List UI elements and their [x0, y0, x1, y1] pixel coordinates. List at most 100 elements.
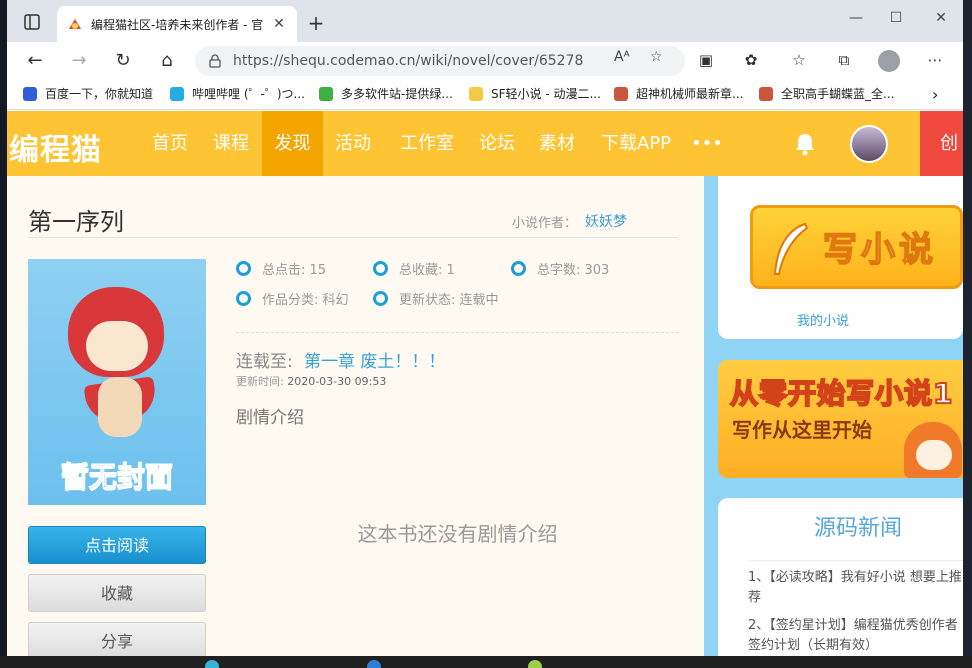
stat-category: 作品分类: 科幻 [236, 289, 349, 308]
stat-circle-icon [511, 261, 526, 276]
nav-discover[interactable]: 发现 [262, 111, 323, 176]
novel-site-icon [614, 86, 628, 101]
minimize-icon[interactable]: — [846, 10, 866, 26]
back-icon[interactable]: ← [23, 50, 47, 72]
favorite-button[interactable]: 收藏 [28, 574, 206, 612]
tab-title: 编程猫社区-培养未来创作者 - 官 [91, 17, 264, 32]
stat-word-count: 总字数: 303 [511, 259, 609, 278]
bell-icon[interactable] [793, 131, 817, 157]
nav-download-app[interactable]: 下载APP [595, 111, 677, 176]
bookmarks-bar: 百度一下，你就知道 哔哩哔哩 (゜-゜)つ... 多多软件站-提供绿... SF… [7, 80, 963, 110]
bookmark-item[interactable]: 全职高手蝴蝶蓝_全... [759, 85, 894, 102]
banner-headline: 从零开始写小说1 [729, 376, 954, 411]
nav-studio[interactable]: 工作室 [392, 111, 462, 176]
extensions-icon[interactable]: ✿ [740, 51, 762, 71]
update-time: 更新时间: 2020-03-30 09:53 [236, 373, 386, 389]
read-aloud-icon[interactable]: Aᴬ [614, 49, 630, 65]
nav-courses[interactable]: 课程 [205, 111, 257, 176]
stat-circle-icon [236, 261, 251, 276]
site-logo[interactable]: 编程猫 [9, 125, 102, 169]
tab-strip: 编程猫社区-培养未来创作者 - 官 ✕ + — ☐ ✕ [7, 0, 963, 42]
user-avatar[interactable] [850, 125, 888, 163]
nav-more-icon[interactable]: ••• [687, 111, 727, 176]
nav-forum[interactable]: 论坛 [471, 111, 523, 176]
nav-activities[interactable]: 活动 [327, 111, 379, 176]
news-heading: 源码新闻 [813, 516, 902, 541]
novel-cover-image: 暂无封面 [28, 259, 206, 505]
nav-home[interactable]: 首页 [144, 111, 196, 176]
refresh-icon[interactable]: ↻ [111, 50, 135, 72]
new-tab-button[interactable]: + [304, 11, 328, 35]
sf-novel-icon [469, 86, 483, 101]
address-bar[interactable]: https://shequ.codemao.cn/wiki/novel/cove… [195, 46, 685, 76]
more-menu-icon[interactable]: ⋯ [924, 51, 946, 71]
bookmarks-more-chevron-icon[interactable]: › [932, 85, 938, 104]
cover-mascot-body [98, 377, 142, 437]
stat-circle-icon [373, 291, 388, 306]
empty-synopsis-text: 这本书还没有剧情介绍 [357, 522, 558, 546]
window-close-icon[interactable]: ✕ [931, 10, 951, 26]
stat-text: 总点击: 15 [262, 263, 327, 278]
baidu-icon [23, 86, 37, 101]
taskbar-app-icon[interactable] [528, 660, 542, 668]
read-button[interactable]: 点击阅读 [28, 526, 206, 564]
beginner-guide-banner[interactable]: 从零开始写小说1 写作从这里开始 [718, 360, 963, 478]
browser-window: 编程猫社区-培养未来创作者 - 官 ✕ + — ☐ ✕ ← → ↻ ⌂ http… [7, 0, 963, 656]
update-time-value: 2020-03-30 09:53 [287, 375, 387, 388]
news-item[interactable]: 1、【必读攻略】我有好小说 想要上推荐 [748, 568, 963, 608]
favorites-icon[interactable]: ☆ [788, 51, 810, 71]
url-text[interactable]: https://shequ.codemao.cn/wiki/novel/cove… [233, 53, 583, 69]
synopsis-heading: 剧情介绍 [236, 408, 304, 428]
cover-mascot-face [86, 321, 148, 371]
novel-main-panel: 第一序列 小说作者： 妖妖梦 暂无封面 总点击: 15 总收藏: 1 总字数: … [7, 176, 704, 656]
bookmark-item[interactable]: 哔哩哔哩 (゜-゜)つ... [170, 85, 305, 102]
taskbar-app-icon[interactable] [367, 660, 381, 668]
write-novel-banner[interactable]: 写小说 [750, 205, 963, 289]
fox-mascot-face [916, 440, 952, 470]
create-button[interactable]: 创 [920, 111, 963, 176]
novel-site-icon [759, 86, 773, 101]
maximize-icon[interactable]: ☐ [886, 10, 906, 26]
cover-placeholder-text: 暂无封面 [60, 460, 173, 494]
news-item[interactable]: 2、【签约星计划】编程猫优秀创作者签约计划（长期有效） [748, 616, 963, 656]
stat-circle-icon [373, 261, 388, 276]
my-novels-link[interactable]: 我的小说 [718, 310, 963, 329]
taskbar-app-icon[interactable] [205, 660, 219, 668]
home-icon[interactable]: ⌂ [155, 50, 179, 72]
nav-materials[interactable]: 素材 [531, 111, 583, 176]
latest-chapter-link[interactable]: 第一章 废土！！！ [304, 347, 445, 372]
tab-actions-icon[interactable] [19, 11, 45, 33]
taskbar [0, 656, 972, 668]
codemao-favicon-icon [69, 19, 81, 29]
stat-total-clicks: 总点击: 15 [236, 259, 326, 278]
bookmark-label: 全职高手蝴蝶蓝_全... [781, 87, 895, 101]
bookmark-item[interactable]: 百度一下，你就知道 [23, 85, 153, 102]
collections-add-icon[interactable]: ⧉ [833, 51, 855, 71]
stats-divider [236, 332, 679, 333]
write-novel-card: 写小说 我的小说 [718, 176, 963, 339]
tab-close-icon[interactable]: ✕ [271, 16, 287, 32]
stat-total-favorites: 总收藏: 1 [373, 259, 455, 278]
profile-avatar-icon[interactable] [878, 50, 900, 72]
author-link[interactable]: 妖妖梦 [585, 211, 627, 231]
bookmark-item[interactable]: SF轻小说 - 动漫二... [469, 85, 601, 102]
bookmark-label: 多多软件站-提供绿... [341, 87, 453, 101]
stat-text: 作品分类: 科幻 [262, 293, 349, 308]
collections-icon[interactable]: ▣ [695, 51, 717, 71]
news-divider [748, 560, 963, 561]
serial-label: 连载至: [236, 352, 293, 372]
bookmark-label: 百度一下，你就知道 [45, 87, 154, 101]
news-card: 源码新闻 1、【必读攻略】我有好小说 想要上推荐 2、【签约星计划】编程猫优秀创… [718, 498, 963, 656]
title-divider [28, 237, 678, 238]
bookmark-item[interactable]: 多多软件站-提供绿... [319, 85, 453, 102]
stat-text: 更新状态: 连载中 [399, 293, 499, 308]
forward-icon[interactable]: → [67, 50, 91, 72]
share-button[interactable]: 分享 [28, 622, 206, 656]
favorite-star-icon[interactable]: ☆ [650, 49, 663, 65]
lock-icon[interactable] [209, 54, 221, 68]
site-navbar: 编程猫 首页 课程 发现 活动 工作室 论坛 素材 下载APP ••• 创 [7, 111, 963, 176]
browser-tab-active[interactable]: 编程猫社区-培养未来创作者 - 官 ✕ [57, 6, 297, 42]
bilibili-icon [170, 86, 184, 101]
bookmark-item[interactable]: 超神机械师最新章... [614, 85, 743, 102]
novel-title: 第一序列 [28, 208, 124, 236]
